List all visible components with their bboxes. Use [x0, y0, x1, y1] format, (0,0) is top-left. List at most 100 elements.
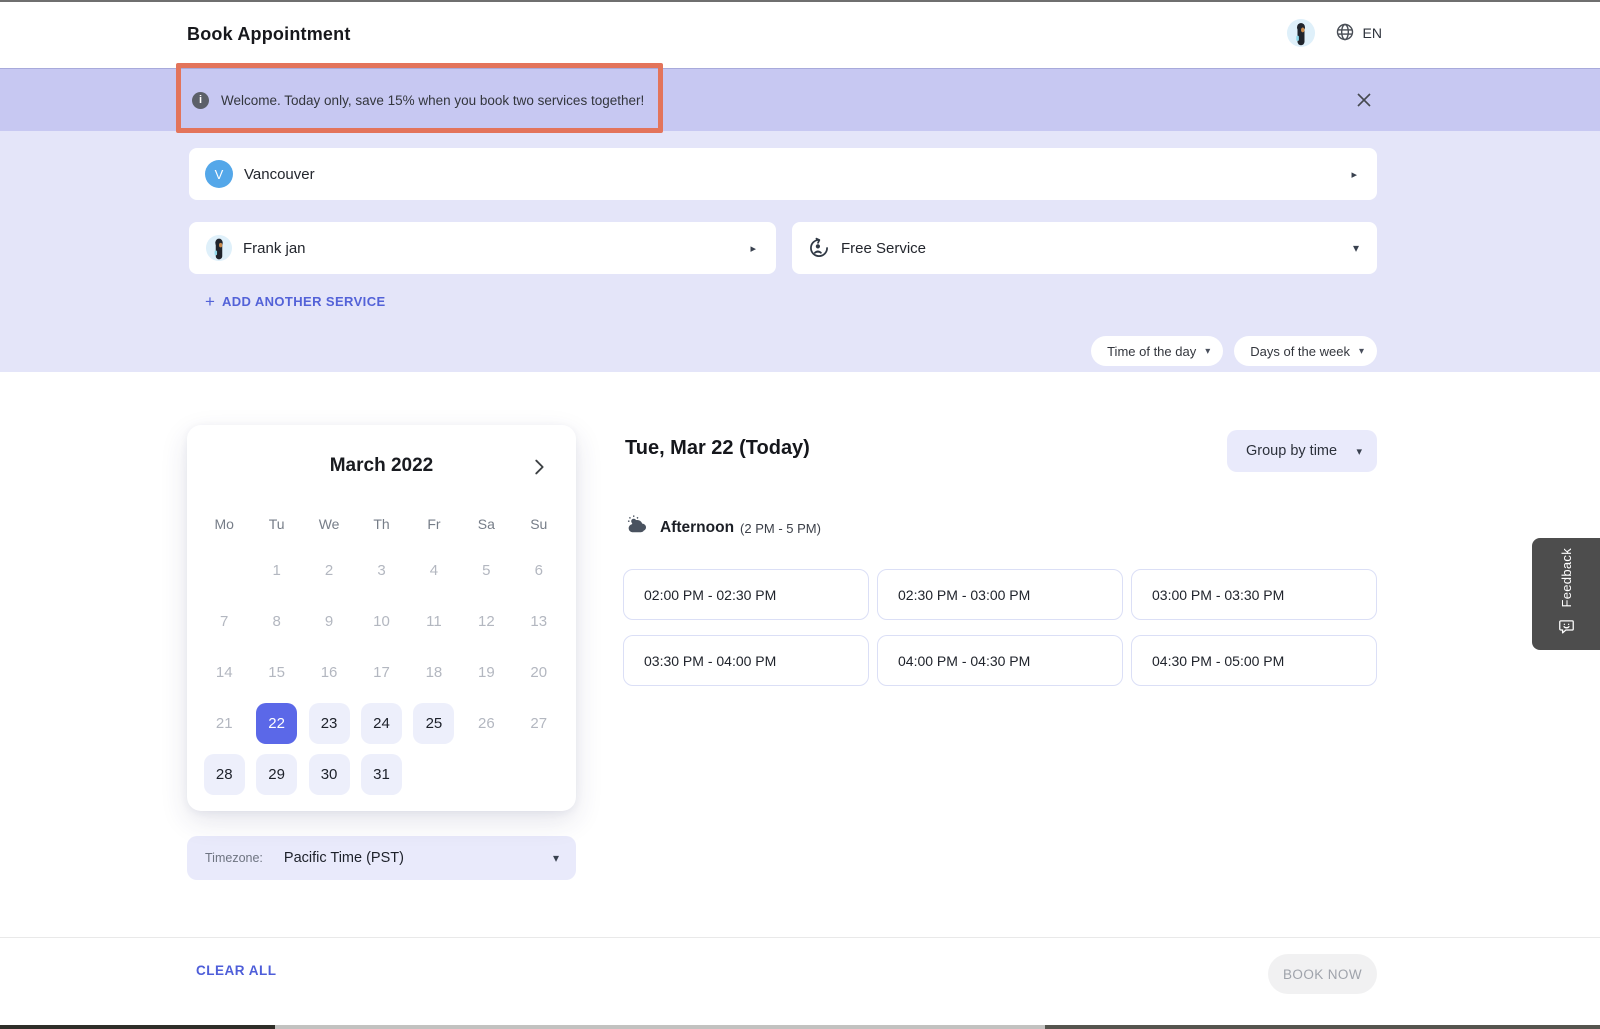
page-title: Book Appointment: [187, 24, 351, 44]
filter-chip[interactable]: Time of the day ▾: [1091, 336, 1224, 366]
location-initial-badge: V: [205, 160, 233, 188]
calendar-cell: 19: [460, 647, 512, 698]
calendar-cell: 15: [250, 647, 302, 698]
day-header: Th: [373, 516, 390, 532]
calendar-cell: 10: [355, 596, 407, 647]
location-card[interactable]: V Vancouver ▸: [189, 148, 1377, 200]
calendar-day: 17: [373, 664, 390, 681]
calendar-cell: 30: [303, 749, 355, 800]
calendar-cell: 20: [513, 647, 565, 698]
calendar-cell: 4: [408, 545, 460, 596]
calendar-day: 12: [478, 613, 495, 630]
calendar-cell: 28: [198, 749, 250, 800]
calendar-cell: 7: [198, 596, 250, 647]
group-by-select[interactable]: Group by time ▾: [1227, 430, 1377, 472]
language-selector[interactable]: EN: [1335, 22, 1382, 45]
calendar-cell: [408, 749, 460, 800]
time-slot[interactable]: 02:00 PM - 02:30 PM: [623, 569, 869, 620]
user-avatar[interactable]: [1286, 19, 1315, 47]
filter-chip[interactable]: Days of the week ▾: [1234, 336, 1377, 366]
time-slot[interactable]: 03:30 PM - 04:00 PM: [623, 635, 869, 686]
calendar-cell: 5: [460, 545, 512, 596]
calendar-cell: [198, 545, 250, 596]
globe-icon: [1335, 22, 1355, 45]
calendar-cell: 13: [513, 596, 565, 647]
add-another-service-button[interactable]: + ADD ANOTHER SERVICE: [205, 293, 386, 310]
calendar-day: 18: [425, 664, 443, 681]
chevron-right-icon: ▸: [1351, 168, 1357, 181]
scrollbar-segment: [0, 1025, 275, 1029]
group-by-label: Group by time: [1246, 443, 1338, 459]
calendar-cell: 22: [250, 698, 302, 749]
calendar-cell: 6: [513, 545, 565, 596]
calendar-day[interactable]: 30: [308, 754, 350, 795]
calendar-day: 10: [373, 613, 390, 630]
calendar-day-selected[interactable]: 22: [256, 703, 298, 744]
time-slot[interactable]: 02:30 PM - 03:00 PM: [877, 569, 1123, 620]
calendar-grid: 1 2 3 4 5 6 7 8 9 10 11 12 13 14 15 16 17 18 19 20 21 22 23 24 2…: [198, 545, 565, 800]
calendar-cell: 12: [460, 596, 512, 647]
time-slot[interactable]: 04:30 PM - 05:00 PM: [1131, 635, 1377, 686]
bottom-scrollbar[interactable]: [0, 1025, 1600, 1029]
calendar-month-label: March 2022: [329, 455, 434, 476]
book-now-button[interactable]: BOOK NOW: [1268, 954, 1377, 994]
calendar-cell: 29: [250, 749, 302, 800]
next-month-icon[interactable]: [528, 456, 550, 478]
timezone-select[interactable]: Timezone: Pacific Time (PST) ▾: [187, 836, 576, 880]
service-select[interactable]: Free Service ▾: [792, 222, 1377, 274]
calendar-day: 21: [215, 715, 233, 732]
calendar-day: 26: [478, 715, 495, 732]
calendar-cell: 3: [355, 545, 407, 596]
clear-all-button[interactable]: CLEAR ALL: [196, 963, 277, 978]
calendar-cell: 16: [303, 647, 355, 698]
calendar-cell: [460, 749, 512, 800]
add-service-label: ADD ANOTHER SERVICE: [221, 294, 386, 309]
chevron-down-icon: ▾: [552, 851, 559, 865]
calendar-day[interactable]: 28: [203, 754, 245, 795]
calendar-day: 5: [482, 562, 491, 579]
time-slot[interactable]: 04:00 PM - 04:30 PM: [877, 635, 1123, 686]
calendar-cell: 2: [303, 545, 355, 596]
calendar-cell: 18: [408, 647, 460, 698]
booking-page: Book Appointment EN i Welcome. Today onl…: [0, 0, 1600, 1029]
staff-card[interactable]: Frank jan ▸: [189, 222, 776, 274]
day-header: Su: [530, 516, 548, 532]
filter-chips: Time of the day ▾ Days of the week ▾: [1091, 336, 1377, 366]
timezone-label: Timezone:: [205, 851, 263, 865]
calendar-day[interactable]: 25: [413, 703, 455, 744]
calendar-day: 6: [534, 562, 543, 579]
chevron-right-icon: ▸: [750, 242, 756, 255]
footer-divider: [0, 937, 1600, 938]
calendar-cell: 26: [460, 698, 512, 749]
calendar-day: 11: [426, 613, 442, 630]
day-header: Tu: [268, 516, 285, 532]
calendar-cell: [513, 749, 565, 800]
day-header: Fr: [427, 516, 441, 532]
header-actions: EN: [1286, 19, 1382, 47]
calendar-cell: 31: [355, 749, 407, 800]
calendar-cell: 11: [408, 596, 460, 647]
service-name: Free Service: [841, 239, 927, 257]
calendar-day: 9: [324, 613, 334, 630]
annotation-highlight: [176, 63, 663, 133]
time-slot[interactable]: 03:00 PM - 03:30 PM: [1131, 569, 1377, 620]
calendar-day[interactable]: 31: [360, 754, 402, 795]
calendar-day: 8: [272, 613, 281, 630]
feedback-tab[interactable]: Feedback: [1532, 538, 1600, 650]
calendar-day[interactable]: 29: [256, 754, 298, 795]
filter-chip-label: Days of the week: [1250, 343, 1350, 359]
staff-avatar: [206, 235, 232, 261]
calendar-day[interactable]: 23: [308, 703, 350, 744]
calendar-day: 20: [530, 664, 548, 681]
calendar-cell: 21: [198, 698, 250, 749]
day-header: We: [318, 516, 340, 532]
location-name: Vancouver: [244, 165, 315, 183]
calendar-day[interactable]: 24: [360, 703, 402, 744]
calendar-cell: 27: [513, 698, 565, 749]
booking-section: V Vancouver ▸ Frank jan ▸ Free Service ▾…: [0, 131, 1600, 372]
staff-name: Frank jan: [243, 239, 306, 257]
chevron-down-icon: ▾: [1358, 345, 1364, 357]
close-icon[interactable]: [1354, 90, 1374, 110]
period-range: (2 PM - 5 PM): [740, 520, 821, 536]
period-header: Afternoon (2 PM - 5 PM): [627, 514, 821, 542]
